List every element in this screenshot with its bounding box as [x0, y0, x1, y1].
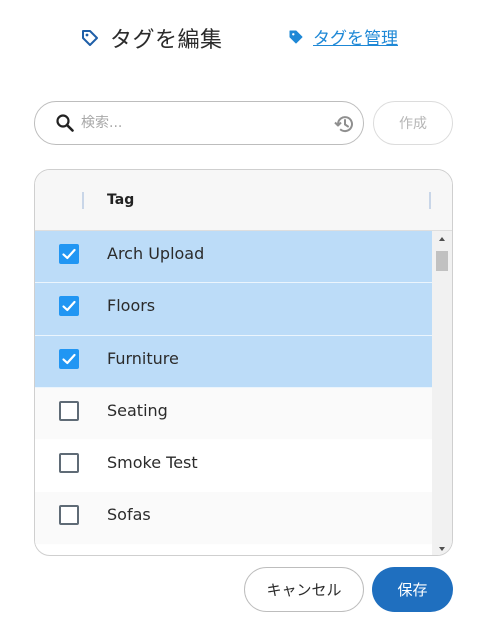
dialog-title-text: タグを編集	[110, 28, 223, 53]
create-button[interactable]: 作成	[373, 101, 453, 145]
column-separator[interactable]	[429, 192, 431, 209]
column-header-tag[interactable]: Tag	[107, 192, 134, 208]
column-separator[interactable]	[82, 192, 84, 209]
search-input[interactable]	[81, 110, 321, 136]
table-row[interactable]: Arch Upload	[35, 231, 433, 284]
checkbox-checked[interactable]	[59, 348, 79, 369]
checkbox-unchecked[interactable]	[59, 453, 79, 474]
checkmark-icon	[62, 301, 76, 312]
tag-label: Seating	[107, 400, 168, 420]
search-box[interactable]	[34, 101, 364, 145]
scroll-thumb[interactable]	[436, 251, 448, 271]
scroll-down-arrow-icon[interactable]	[439, 547, 445, 551]
dialog-title: タグを編集	[80, 22, 223, 54]
scroll-up-arrow-icon[interactable]	[439, 237, 445, 241]
tag-label: Smoke Test	[107, 453, 198, 473]
tag-label: Floors	[107, 296, 156, 316]
tag-label: Arch Upload	[107, 244, 205, 263]
tag-table: Tag Arch Upload Floors Furniture Seating Smo…	[34, 169, 453, 556]
vertical-scrollbar[interactable]	[432, 231, 452, 555]
table-header: Tag	[35, 170, 452, 231]
history-icon[interactable]	[333, 113, 355, 139]
manage-tags-label: タグを管理	[313, 29, 398, 49]
search-icon	[55, 113, 75, 137]
tag-outline-icon	[80, 28, 100, 48]
tag-filled-icon	[288, 29, 304, 45]
checkbox-checked[interactable]	[59, 296, 79, 317]
manage-tags-link[interactable]: タグを管理	[288, 24, 398, 49]
checkbox-checked[interactable]	[59, 244, 79, 264]
checkbox-unchecked[interactable]	[59, 400, 79, 421]
dialog-header: タグを編集 タグを管理	[0, 0, 486, 80]
save-button[interactable]: 保存	[372, 567, 453, 612]
tag-list: Arch Upload Floors Furniture Seating Smoke T…	[35, 231, 433, 555]
tag-label: Furniture	[107, 348, 179, 368]
table-row[interactable]: Seating	[35, 387, 433, 441]
table-row[interactable]: Furniture	[35, 335, 433, 388]
checkmark-icon	[62, 248, 76, 260]
table-row[interactable]: Floors	[35, 283, 433, 336]
checkbox-unchecked[interactable]	[59, 505, 79, 526]
table-row[interactable]: Smoke Test	[35, 440, 433, 493]
table-row[interactable]: Sofas	[35, 492, 433, 545]
cancel-button[interactable]: キャンセル	[244, 567, 364, 612]
checkmark-icon	[62, 353, 76, 364]
tag-label: Sofas	[107, 505, 151, 525]
